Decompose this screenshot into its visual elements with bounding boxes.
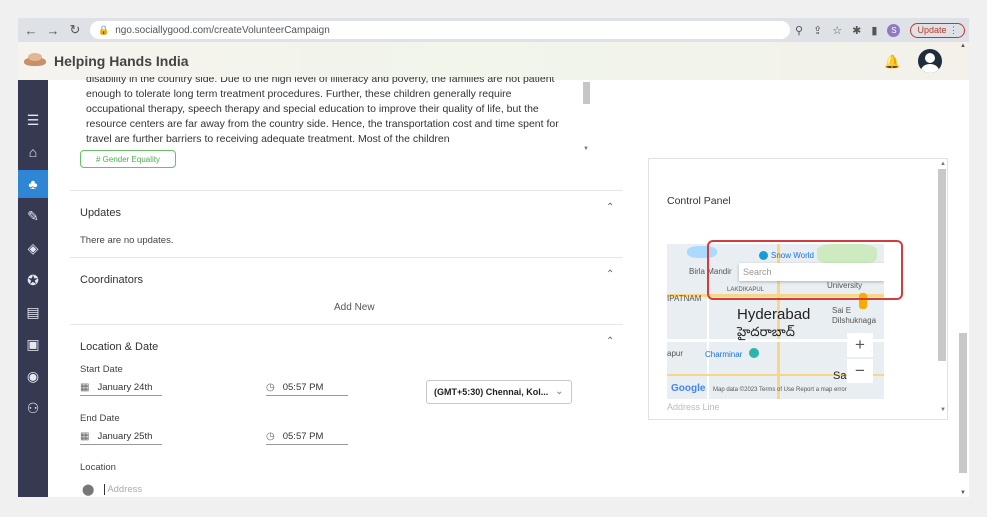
location-date-title: Location & Date [80,341,159,353]
end-time-value: 05:57 PM [282,431,324,442]
url-text: ngo.sociallygood.com/createVolunteerCamp… [115,24,330,36]
sidebar: ☰ ⌂ ♣ ✎ ◈ ✪ ▤ ▣ ◉ ⚇ [18,80,48,497]
map-label-apur: apur [667,349,684,358]
app-window: ← → ↻ 🔒 ngo.sociallygood.com/createVolun… [18,18,969,497]
map-label-charminar: Charminar [705,350,743,359]
chevron-up-icon[interactable]: ⌃ [606,336,614,347]
page-scroll-down-icon[interactable]: ▼ [960,490,966,496]
end-time-field[interactable]: ◷ 05:57 PM [266,429,348,445]
bell-icon[interactable]: 🔔 [884,54,900,70]
logo-icon [22,51,50,71]
browser-toolbar: ← → ↻ 🔒 ngo.sociallygood.com/createVolun… [18,18,969,42]
map-label-dilshuknagar: Dilshuknaga [832,316,877,325]
users-icon[interactable]: ⚇ [18,394,48,422]
update-button[interactable]: Update ⋮ [910,22,965,38]
menu-icon[interactable]: ☰ [18,106,48,134]
description-text: disability in the country side. Due to t… [86,77,559,145]
clock-icon: ◷ [266,382,275,393]
csr-icon[interactable]: ◉ [18,362,48,390]
coordinators-title: Coordinators [80,274,143,286]
chevron-down-icon: ⌄ [555,386,563,396]
sidepanel-icon[interactable]: ▮ [871,24,877,37]
end-date-label: End Date [80,413,120,424]
map-label-sai: Sai E [832,306,852,315]
description-scrollbar[interactable]: ▼ [580,80,590,156]
address-input[interactable]: ⬤ Address [82,483,142,496]
page-scrollbar[interactable] [959,333,967,473]
address-bar[interactable]: 🔒 ngo.sociallygood.com/createVolunteerCa… [90,21,790,39]
timezone-select[interactable]: (GMT+5:30) Chennai, Kol... ⌄ [426,380,572,404]
location-pin-icon: ⬤ [82,484,95,496]
divider [70,257,623,258]
zoom-in-button[interactable]: + [847,333,873,357]
update-label: Update [917,25,947,35]
location-icon[interactable]: ⚲ [795,24,803,37]
avatar[interactable] [918,49,942,73]
browser-actions: ⚲ ⇪ ☆ ✱ ▮ S Update ⋮ [795,21,965,39]
highlight-box [707,240,903,300]
google-logo: Google [671,383,706,394]
map-attribution[interactable]: Map data ©2023 Terms of Use Report a map… [713,387,847,393]
reload-icon[interactable]: ↻ [66,21,84,39]
control-panel-scrollbar[interactable] [938,169,946,361]
start-date-field[interactable]: ▦ January 24th [80,380,162,396]
address-line-input[interactable]: Address Line [667,402,720,412]
start-date-value: January 24th [97,382,153,393]
campaign-icon[interactable]: ✎ [18,202,48,230]
end-date-field[interactable]: ▦ January 25th [80,429,162,445]
app-title: Helping Hands India [54,53,189,69]
end-date-value: January 25th [97,431,153,442]
app-header: Helping Hands India 🔔 [18,42,969,80]
chevron-up-icon[interactable]: ⌃ [606,269,614,280]
divider [70,324,623,325]
map-label-ipatnam: IPATNAM [667,294,702,303]
calendar-icon: ▦ [80,382,90,393]
add-new-button[interactable]: Add New [334,302,375,313]
volunteer-icon[interactable]: ♣ [18,170,48,198]
contacts-icon[interactable]: ▤ [18,298,48,326]
share-icon[interactable]: ⇪ [813,24,822,37]
start-time-field[interactable]: ◷ 05:57 PM [266,380,348,396]
extensions-icon[interactable]: ✱ [852,24,861,37]
updates-title: Updates [80,207,121,219]
back-icon[interactable]: ← [22,21,40,39]
star-icon[interactable]: ☆ [832,24,842,37]
address-placeholder: Address [107,484,143,495]
scroll-up-icon[interactable]: ▲ [940,161,946,167]
control-panel-title: Control Panel [667,195,731,207]
profile-icon[interactable]: S [887,23,901,37]
start-date-label: Start Date [80,364,123,375]
start-time-value: 05:57 PM [282,382,324,393]
ngo-icon[interactable]: ▣ [18,330,48,358]
timezone-value: (GMT+5:30) Chennai, Kol... [434,387,549,397]
award-icon[interactable]: ✪ [18,266,48,294]
map-poi-charminar[interactable] [749,348,759,358]
divider [70,190,623,191]
map-label-city-telugu: హైదరాబాద్ [737,324,795,339]
map-label-city: Hyderabad [737,306,811,323]
chevron-up-icon[interactable]: ⌃ [606,202,614,213]
tag-chip[interactable]: # Gender Equality [80,150,176,168]
page-scroll-up-icon[interactable]: ▲ [960,43,966,49]
clock-icon: ◷ [266,431,275,442]
scroll-down-icon[interactable]: ▼ [940,407,946,413]
lock-icon: 🔒 [98,24,110,35]
updates-empty-text: There are no updates. [80,235,174,246]
forward-icon[interactable]: → [44,21,62,39]
badge-icon[interactable]: ◈ [18,234,48,262]
calendar-icon: ▦ [80,431,90,442]
home-icon[interactable]: ⌂ [18,138,48,166]
campaign-description[interactable]: disability in the country side. Due to t… [86,77,591,153]
zoom-out-button[interactable]: − [847,359,873,383]
location-label: Location [80,462,116,473]
